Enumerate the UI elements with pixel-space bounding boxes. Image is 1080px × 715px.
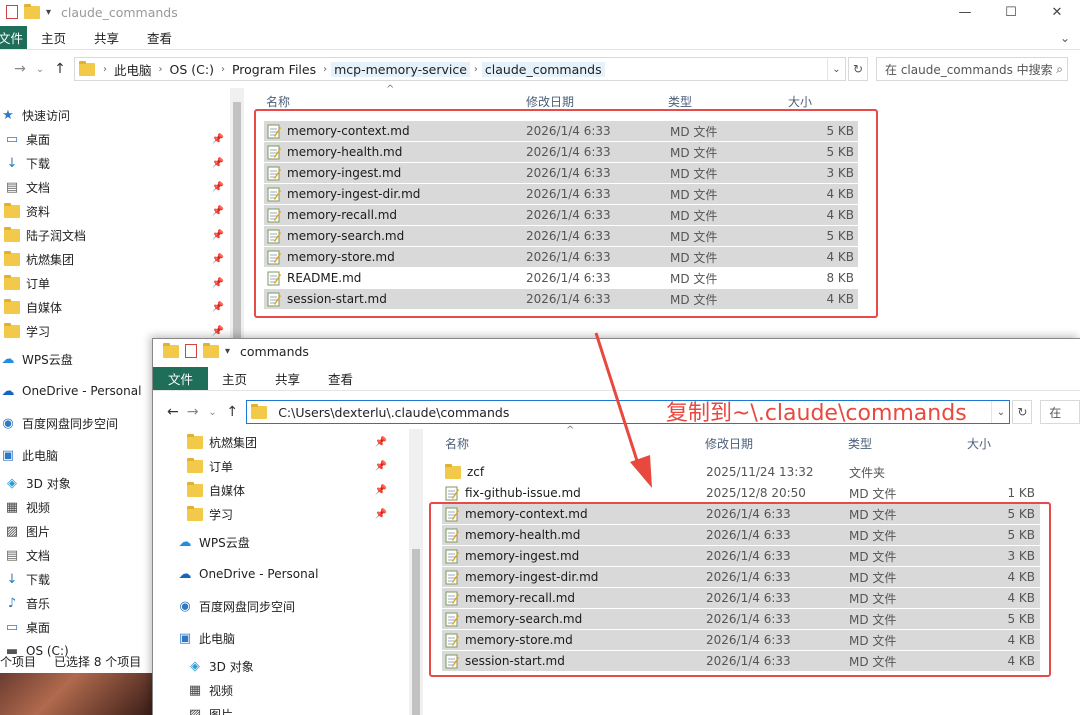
annotation-label: 复制到~\.claude\commands: [666, 401, 967, 426]
annotation-arrow: [594, 332, 652, 488]
